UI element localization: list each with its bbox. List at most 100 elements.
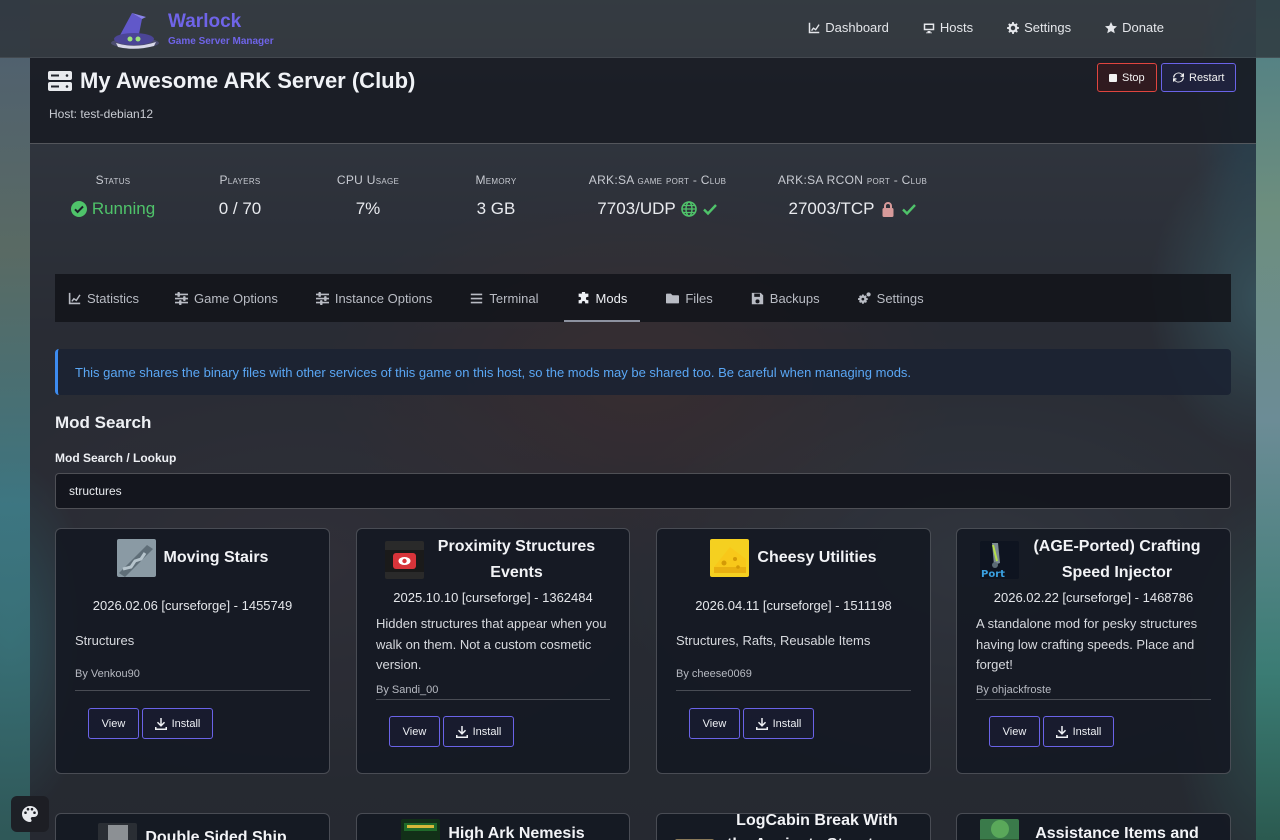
server-title: My Awesome ARK Server (Club)	[48, 68, 415, 94]
host-label: Host: test-debian12	[49, 107, 154, 121]
monitor-icon	[923, 23, 935, 33]
folder-icon	[666, 293, 680, 303]
view-button[interactable]: View	[389, 716, 440, 747]
view-label: View	[702, 717, 727, 730]
stat-value: 0 / 70	[218, 199, 262, 218]
mod-title: LogCabin Break With the Ancients Structu…	[727, 812, 907, 840]
mod-thumbnail	[116, 539, 156, 577]
mod-description: A standalone mod for pesky structures ha…	[976, 616, 1198, 672]
install-button[interactable]: Install	[443, 716, 514, 747]
gear-icon	[1007, 21, 1020, 34]
stat-label: Memory	[475, 173, 517, 187]
stat-rcon-port: ARK:SA RCON port - Club 27003/TCP	[765, 173, 940, 219]
sliders-icon	[315, 291, 329, 305]
stat-label: ARK:SA RCON port - Club	[777, 173, 928, 187]
nav-dashboard[interactable]: Dashboard	[808, 20, 889, 35]
theme-palette-button[interactable]	[11, 796, 49, 832]
mod-thumbnail	[710, 539, 750, 577]
stop-button[interactable]: Stop	[1097, 63, 1157, 92]
nav-settings[interactable]: Settings	[1007, 20, 1071, 35]
stop-label: Stop	[1122, 71, 1145, 84]
check-circle-icon	[70, 201, 87, 217]
stat-memory: Memory 3 GB	[446, 173, 546, 219]
mod-card: Port (AGE-Ported) Crafting Speed Injecto…	[956, 528, 1231, 774]
tab-statistics[interactable]: Statistics	[55, 274, 152, 322]
nav-donate-label: Donate	[1122, 20, 1164, 35]
server-tabs: Statistics Game Options Instance Options…	[55, 274, 1231, 322]
divider	[75, 690, 310, 691]
mod-thumbnail: Port	[980, 541, 1019, 579]
restart-button[interactable]: Restart	[1161, 63, 1237, 92]
download-icon	[455, 725, 468, 738]
mod-title: Moving Stairs	[163, 549, 269, 566]
nav-links: Dashboard Hosts Settings Donate	[808, 20, 1164, 35]
install-button[interactable]: Install	[743, 708, 814, 739]
mod-meta: 2026.04.11 [curseforge] - 1511198	[695, 598, 892, 613]
palette-icon	[22, 806, 38, 822]
nav-dashboard-label: Dashboard	[825, 20, 889, 35]
globe-icon	[680, 201, 697, 217]
install-button[interactable]: Install	[142, 708, 213, 739]
stat-label: CPU Usage	[336, 173, 400, 187]
server-panel: My Awesome ARK Server (Club) Host: test-…	[30, 58, 1256, 840]
mod-card: Moving Stairs 2026.02.06 [curseforge] - …	[55, 528, 330, 774]
view-label: View	[101, 717, 126, 730]
lock-icon	[882, 202, 893, 217]
download-icon	[154, 717, 167, 730]
install-button[interactable]: Install	[1043, 716, 1114, 747]
nav-hosts-label: Hosts	[939, 20, 974, 35]
view-button[interactable]: View	[989, 716, 1040, 747]
mod-card-header: Moving Stairs	[68, 539, 317, 577]
tab-settings[interactable]: Settings	[845, 274, 937, 322]
tab-backups[interactable]: Backups	[738, 274, 833, 322]
brand[interactable]: Warlock Game Server Manager	[108, 6, 274, 52]
stat-game-port: ARK:SA game port - Club 7703/UDP	[575, 173, 740, 219]
restart-label: Restart	[1189, 71, 1225, 84]
mod-title: Double Sided Ship	[145, 829, 287, 840]
nav-donate[interactable]: Donate	[1105, 20, 1164, 35]
mod-card: Assistance Items and	[956, 813, 1231, 840]
tab-instance-options[interactable]: Instance Options	[303, 274, 446, 322]
brand-title: Warlock	[168, 11, 242, 32]
tab-label: Terminal	[489, 290, 539, 306]
mod-title: Proximity Structures Events	[437, 538, 596, 581]
tab-mods[interactable]: Mods	[563, 274, 641, 322]
view-button[interactable]: View	[88, 708, 139, 739]
mod-title: Assistance Items and	[1035, 825, 1199, 840]
mod-card-header: Double Sided Ship	[68, 823, 317, 840]
stat-value: 3 GB	[476, 199, 516, 218]
stat-status: Status Running	[63, 173, 163, 219]
view-button[interactable]: View	[689, 708, 740, 739]
mod-card: Proximity Structures Events 2025.10.10 […	[356, 528, 630, 774]
mod-card-header: Proximity Structures Events	[369, 534, 617, 586]
list-icon	[471, 293, 483, 303]
mod-author: By cheese0069	[676, 668, 752, 680]
mod-card: Cheesy Utilities 2026.04.11 [curseforge]…	[656, 528, 931, 774]
gears-icon	[857, 291, 871, 304]
tab-files[interactable]: Files	[653, 274, 725, 322]
install-label: Install	[472, 725, 502, 738]
nav-hosts[interactable]: Hosts	[923, 20, 973, 35]
divider	[676, 690, 911, 691]
tab-game-options[interactable]: Game Options	[162, 274, 291, 322]
chart-line-icon	[809, 22, 820, 33]
refresh-icon	[1173, 72, 1184, 83]
game-port-value: 7703/UDP	[597, 199, 676, 218]
mod-search-input[interactable]	[55, 473, 1231, 509]
mod-card-header: High Ark Nemesis	[369, 819, 617, 840]
mod-author: By Venkou90	[75, 668, 140, 680]
mod-author: By ohjackfroste	[976, 684, 1052, 696]
stat-label: Status	[95, 173, 131, 187]
mod-title: High Ark Nemesis	[448, 825, 585, 840]
stop-icon	[1109, 73, 1117, 82]
mod-thumbnail	[384, 541, 424, 579]
view-label: View	[1002, 725, 1027, 738]
tab-label: Settings	[876, 290, 924, 306]
mod-card-header: Port (AGE-Ported) Crafting Speed Injecto…	[969, 534, 1218, 586]
mod-card: High Ark Nemesis	[356, 813, 630, 840]
star-icon	[1105, 21, 1118, 33]
install-label: Install	[1072, 725, 1102, 738]
mod-card-header: Assistance Items and	[969, 819, 1218, 840]
tab-terminal[interactable]: Terminal	[457, 274, 551, 322]
mod-description: Structures	[75, 633, 135, 648]
